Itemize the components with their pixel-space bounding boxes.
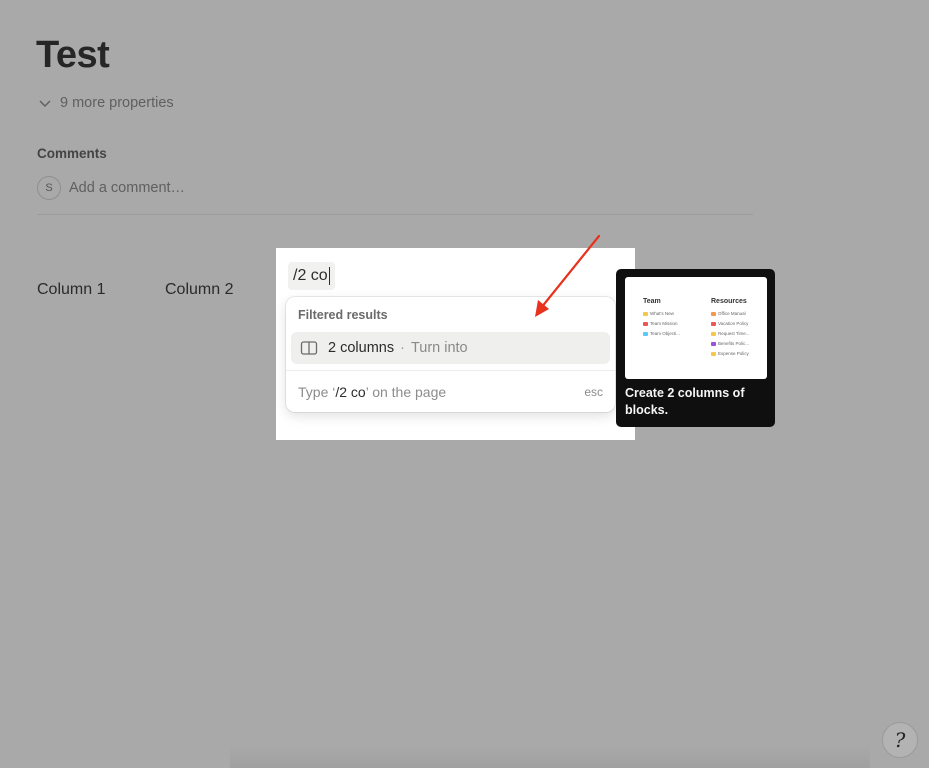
esc-hint[interactable]: esc xyxy=(584,385,603,399)
menu-item-label: 2 columns xyxy=(328,340,395,356)
preview-column-team: Team What's New Team Mission Team Object… xyxy=(643,298,681,336)
menu-item-separator: · xyxy=(400,340,405,356)
menu-item-2-columns[interactable]: 2 columns · Turn into xyxy=(291,332,610,364)
avatar: S xyxy=(37,176,61,200)
tooltip-description: Create 2 columns of blocks. xyxy=(625,386,745,417)
column-2-text[interactable]: Column 2 xyxy=(165,281,233,299)
help-icon: ? xyxy=(894,728,906,752)
page-title[interactable]: Test xyxy=(36,34,110,77)
menu-footer[interactable]: Type ‘/2 co’ on the page esc xyxy=(298,384,603,400)
slash-command-input[interactable]: /2 co xyxy=(288,262,335,290)
menu-header: Filtered results xyxy=(298,308,388,322)
text-caret xyxy=(328,267,330,285)
menu-divider xyxy=(286,370,615,371)
menu-footer-text: Type ‘/2 co’ on the page xyxy=(298,384,447,400)
preview-image: Team What's New Team Mission Team Object… xyxy=(625,277,767,379)
bottom-shadow xyxy=(230,745,870,768)
preview-column-resources: Resources Office Manual Vacation Policy … xyxy=(711,298,750,356)
comment-row[interactable]: S Add a comment… xyxy=(37,176,185,200)
block-preview-tooltip: Team What's New Team Mission Team Object… xyxy=(616,269,775,427)
more-properties-toggle[interactable]: 9 more properties xyxy=(38,95,174,111)
chevron-down-icon xyxy=(39,100,51,107)
slash-command-text: /2 co xyxy=(293,267,328,284)
comment-input[interactable]: Add a comment… xyxy=(69,180,185,196)
menu-item-sub: Turn into xyxy=(410,340,468,356)
divider xyxy=(37,214,753,215)
columns-icon xyxy=(300,341,318,355)
more-properties-label: 9 more properties xyxy=(60,95,174,111)
help-button[interactable]: ? xyxy=(882,722,918,758)
annotation-arrow-icon xyxy=(535,234,601,317)
comments-label: Comments xyxy=(37,146,107,161)
column-1-text[interactable]: Column 1 xyxy=(37,281,105,299)
